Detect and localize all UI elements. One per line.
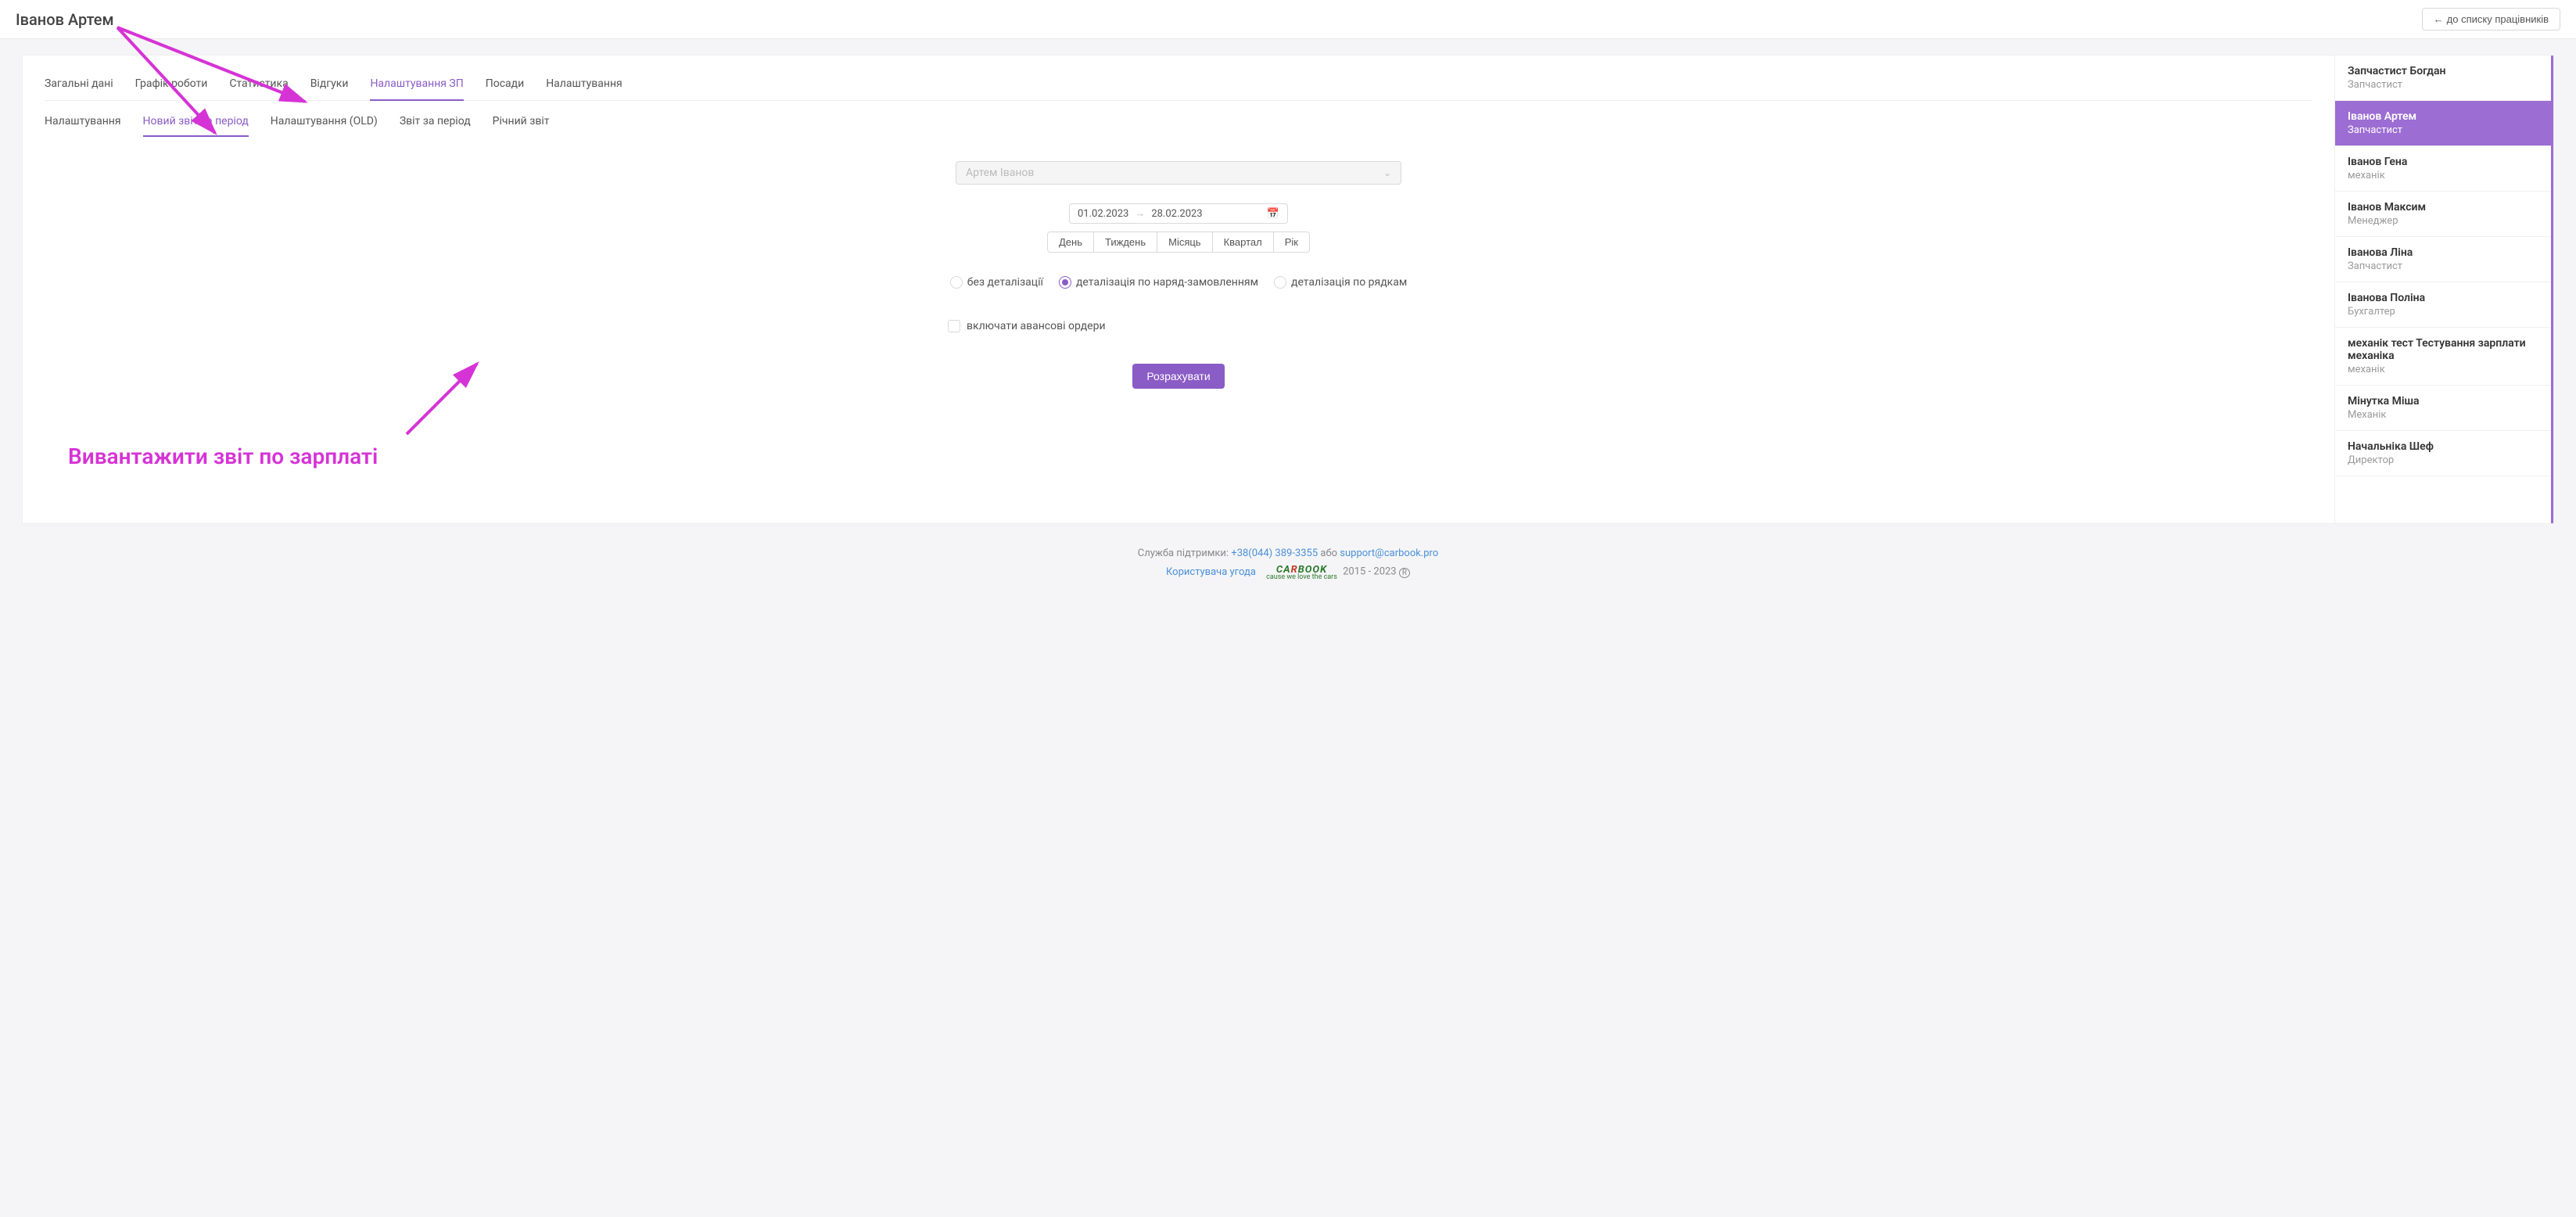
employee-item-6[interactable]: механік тест Тестування зарплати механік… [2335, 328, 2551, 386]
employee-name: Запчастист Богдан [2348, 65, 2538, 77]
support-line: Служба підтримки: +38(044) 389-3355 або … [22, 547, 2554, 559]
detail-radio-1[interactable]: деталізація по наряд-замовленням [1059, 276, 1258, 289]
arrow-right-icon: → [1135, 207, 1145, 220]
detail-radio-2[interactable]: деталізація по рядкам [1274, 276, 1407, 289]
employee-name: механік тест Тестування зарплати механік… [2348, 337, 2538, 362]
employee-list: Запчастист БогданЗапчастистІванов АртемЗ… [2335, 56, 2553, 523]
checkbox-label: включати авансові ордери [967, 320, 1106, 332]
employee-item-4[interactable]: Іванова ЛінаЗапчастист [2335, 237, 2551, 282]
back-label: до списку працівників [2447, 13, 2549, 25]
employee-name: Іванов Гена [2348, 156, 2538, 168]
employee-item-8[interactable]: Начальніка ШефДиректор [2335, 431, 2551, 476]
employee-item-1[interactable]: Іванов АртемЗапчастист [2335, 101, 2551, 146]
period-button-group: ДеньТижденьМісяцьКварталРік [905, 232, 1452, 253]
employee-name: Іванова Поліна [2348, 292, 2538, 304]
employee-name: Начальніка Шеф [2348, 440, 2538, 453]
employee-role: Механік [2348, 409, 2538, 421]
annotation-text: Вивантажити звіт по зарплаті [68, 443, 2312, 469]
subtab-0[interactable]: Налаштування [45, 107, 121, 137]
employee-name: Іванов Артем [2348, 110, 2538, 123]
report-form: Артем Іванов ⌄ 01.02.2023 → 28.02.2023 📅… [905, 161, 1452, 389]
employee-select-value: Артем Іванов [966, 167, 1034, 179]
date-from: 01.02.2023 [1078, 208, 1128, 220]
back-to-list-button[interactable]: ← до списку працівників [2422, 8, 2560, 31]
checkbox-icon [948, 320, 960, 332]
period-btn-2[interactable]: Місяць [1157, 232, 1212, 253]
detail-radio-group: без деталізації деталізація по наряд-замо… [905, 276, 1452, 289]
support-phone-link[interactable]: +38(044) 389-3355 [1231, 547, 1318, 559]
subtab-3[interactable]: Звіт за період [400, 107, 471, 137]
employee-name: Іванов Максим [2348, 201, 2538, 214]
subtab-4[interactable]: Річний звіт [493, 107, 550, 137]
user-agreement-link[interactable]: Користувача угода [1166, 566, 1256, 578]
tab-1[interactable]: Графік роботи [135, 70, 208, 101]
tab-6[interactable]: Налаштування [546, 70, 622, 101]
radio-icon [950, 276, 963, 289]
tab-2[interactable]: Статистика [229, 70, 288, 101]
subtab-1[interactable]: Новий звіт за період [143, 107, 249, 137]
radio-icon [1274, 276, 1286, 289]
main-tabs: Загальні дані Графік роботи Статистика Відг… [45, 70, 2312, 101]
employee-name: Іванова Ліна [2348, 246, 2538, 259]
support-email-link[interactable]: support@carbook.pro [1340, 547, 1438, 559]
page-title: Іванов Артем [16, 10, 114, 29]
period-btn-0[interactable]: День [1047, 232, 1094, 253]
subtab-2[interactable]: Налаштування (OLD) [271, 107, 378, 137]
employee-role: механік [2348, 170, 2538, 181]
arrow-left-icon: ← [2434, 13, 2444, 25]
checkbox-row: включати авансові ордери [905, 320, 1452, 332]
employee-item-7[interactable]: Мінутка Міша Механік [2335, 386, 2551, 431]
date-to: 28.02.2023 [1151, 208, 1202, 220]
content-card: Загальні дані Графік роботи Статистика Відг… [22, 55, 2554, 524]
employee-select[interactable]: Артем Іванов ⌄ [956, 161, 1401, 185]
date-range-picker[interactable]: 01.02.2023 → 28.02.2023 📅 [1069, 203, 1288, 224]
period-btn-3[interactable]: Квартал [1213, 232, 1274, 253]
footer-bottom-line: Користувача угода CARBOOK cause we love … [22, 564, 2554, 580]
sub-tabs: Налаштування Новий звіт за період Налаштув… [45, 107, 2312, 138]
main-wrap: Загальні дані Графік роботи Статистика Відг… [0, 39, 2576, 595]
employee-role: Менеджер [2348, 215, 2538, 227]
calculate-button[interactable]: Розрахувати [1132, 364, 1224, 389]
page-header: Іванов Артем ← до списку працівників [0, 0, 2576, 39]
employee-role: механік [2348, 364, 2538, 375]
employee-sidebar: Запчастист БогданЗапчастистІванов АртемЗ… [2334, 56, 2553, 523]
chevron-down-icon: ⌄ [1383, 167, 1391, 178]
tab-5[interactable]: Посади [486, 70, 524, 101]
employee-role: Запчастист [2348, 260, 2538, 272]
employee-item-0[interactable]: Запчастист Богдан Запчастист [2335, 56, 2551, 101]
employee-role: Бухгалтер [2348, 306, 2538, 318]
footer: Служба підтримки: +38(044) 389-3355 або … [22, 524, 2554, 595]
registered-icon: R [1399, 568, 1410, 578]
calendar-icon: 📅 [1267, 208, 1279, 220]
period-btn-4[interactable]: Рік [1274, 232, 1310, 253]
period-btn-1[interactable]: Тиждень [1094, 232, 1157, 253]
include-advance-checkbox[interactable]: включати авансові ордери [948, 320, 1106, 332]
employee-item-5[interactable]: Іванова Поліна Бухгалтер [2335, 282, 2551, 328]
carbook-logo: CARBOOK cause we love the cars [1266, 564, 1337, 580]
employee-name: Мінутка Міша [2348, 395, 2538, 407]
employee-role: Запчастист [2348, 79, 2538, 91]
employee-item-2[interactable]: Іванов Гена механік [2335, 146, 2551, 192]
radio-icon [1059, 276, 1071, 289]
tab-0[interactable]: Загальні дані [45, 70, 113, 101]
tab-3[interactable]: Відгуки [310, 70, 349, 101]
detail-radio-0[interactable]: без деталізації [950, 276, 1043, 289]
employee-item-3[interactable]: Іванов МаксимМенеджер [2335, 192, 2551, 237]
tab-4[interactable]: Налаштування ЗП [370, 70, 463, 101]
left-panel: Загальні дані Графік роботи Статистика Відг… [23, 56, 2334, 523]
employee-role: Директор [2348, 454, 2538, 466]
employee-role: Запчастист [2348, 124, 2538, 136]
